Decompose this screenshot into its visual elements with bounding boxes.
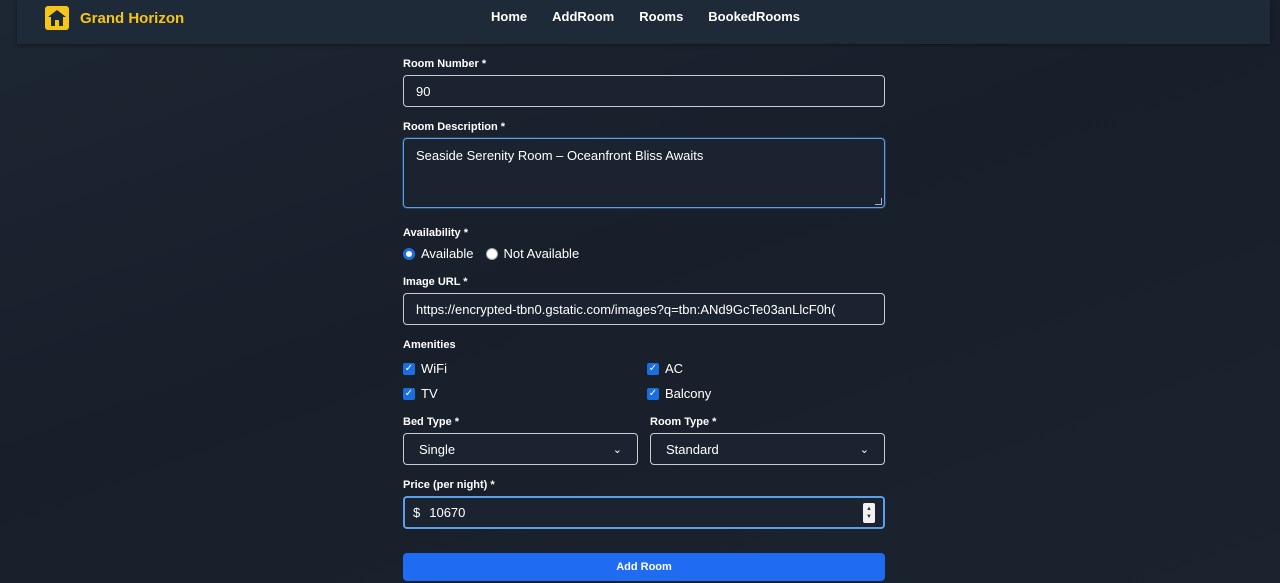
bed-type-select[interactable]: Single ⌄ — [403, 433, 638, 465]
brand[interactable]: Grand Horizon — [44, 5, 184, 31]
amenity-wifi-label: WiFi — [421, 361, 447, 376]
nav-link-addroom[interactable]: AddRoom — [552, 9, 614, 24]
image-url-input[interactable]: https://encrypted-tbn0.gstatic.com/image… — [403, 293, 885, 325]
price-label: Price (per night) * — [403, 479, 495, 491]
nav-links: Home AddRoom Rooms BookedRooms — [491, 9, 825, 24]
room-description-textarea[interactable]: Seaside Serenity Room – Oceanfront Bliss… — [403, 138, 885, 208]
room-number-value: 90 — [416, 83, 431, 99]
number-spinner[interactable]: ▲ ▼ — [863, 502, 875, 523]
radio-available-label: Available — [421, 246, 474, 261]
amenity-balcony-label: Balcony — [665, 386, 712, 401]
brand-name: Grand Horizon — [80, 9, 185, 27]
checkbox-ac[interactable]: ✓ — [647, 362, 659, 375]
resize-grip-icon[interactable] — [875, 198, 882, 205]
house-icon — [45, 6, 69, 30]
spin-down-icon[interactable]: ▼ — [866, 513, 872, 521]
add-room-button[interactable]: Add Room — [403, 553, 885, 581]
price-input[interactable]: $ 10670 ▲ ▼ — [403, 496, 885, 529]
availability-options: Available Not Available — [403, 246, 579, 261]
image-url-value: https://encrypted-tbn0.gstatic.com/image… — [416, 301, 836, 317]
checkbox-balcony[interactable]: ✓ — [647, 387, 659, 400]
chevron-down-icon: ⌄ — [612, 443, 622, 456]
room-description-value: Seaside Serenity Room – Oceanfront Bliss… — [416, 148, 704, 163]
price-value: 10670 — [429, 505, 466, 520]
checkbox-tv[interactable]: ✓ — [403, 387, 415, 400]
nav-link-rooms[interactable]: Rooms — [639, 9, 683, 24]
checkbox-wifi[interactable]: ✓ — [403, 362, 415, 375]
room-description-label: Room Description * — [403, 121, 506, 133]
image-url-label: Image URL * — [403, 276, 468, 288]
amenity-balcony[interactable]: ✓ Balcony — [647, 386, 711, 401]
radio-not-available[interactable] — [485, 247, 498, 260]
amenity-tv[interactable]: ✓ TV — [403, 386, 438, 401]
amenity-wifi[interactable]: ✓ WiFi — [403, 361, 447, 376]
room-number-input[interactable]: 90 — [403, 75, 885, 107]
currency-symbol: $ — [413, 505, 421, 520]
availability-label: Availability * — [403, 227, 469, 239]
amenity-ac[interactable]: ✓ AC — [647, 361, 683, 376]
amenity-tv-label: TV — [421, 386, 438, 401]
nav-link-home[interactable]: Home — [491, 9, 527, 24]
amenity-ac-label: AC — [665, 361, 684, 376]
room-number-label: Room Number * — [403, 58, 487, 70]
bed-type-label: Bed Type * — [403, 416, 460, 428]
navbar: Grand Horizon Home AddRoom Rooms BookedR… — [17, 0, 1270, 44]
amenities-label: Amenities — [403, 339, 456, 351]
nav-link-bookedrooms[interactable]: BookedRooms — [708, 9, 800, 24]
chevron-down-icon: ⌄ — [859, 443, 869, 456]
radio-available[interactable] — [403, 247, 415, 260]
bed-type-value: Single — [419, 441, 456, 457]
spin-up-icon[interactable]: ▲ — [866, 505, 872, 513]
radio-not-available-label: Not Available — [503, 246, 580, 261]
room-type-value: Standard — [666, 441, 719, 457]
room-type-label: Room Type * — [650, 416, 717, 428]
room-type-select[interactable]: Standard ⌄ — [650, 433, 885, 465]
